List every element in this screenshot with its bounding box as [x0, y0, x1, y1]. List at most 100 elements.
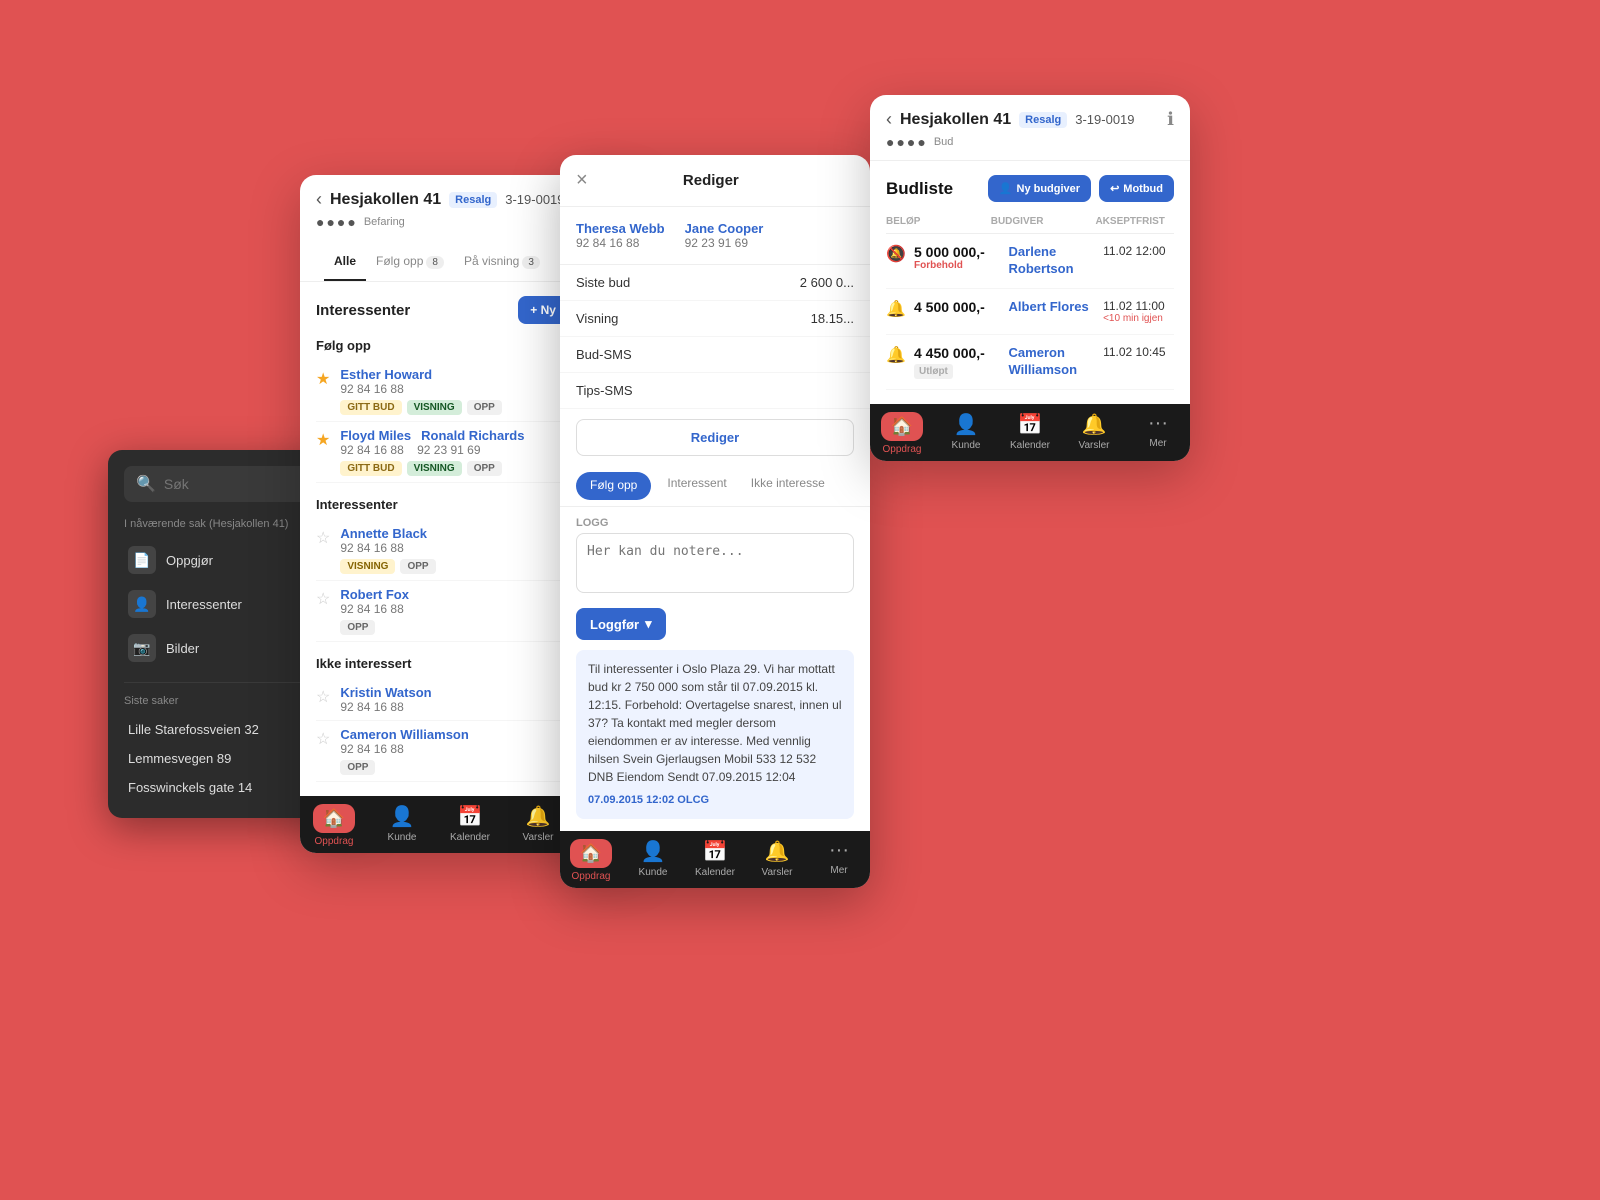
tab-interessent[interactable]: Interessent [655, 466, 738, 506]
nav-kunde[interactable]: 👤 Kunde [934, 412, 998, 455]
bud-status-utlopt: Utløpt [914, 364, 953, 379]
modal-header: × Rediger [560, 155, 870, 207]
contact-name-floyd[interactable]: Floyd Miles [340, 428, 411, 443]
bud-entry-2[interactable]: 🔔 4 500 000,- Albert Flores 11.02 11:00 … [886, 289, 1174, 335]
nav-kunde-label: Kunde [639, 867, 668, 878]
bud-time-secondary: <10 min igjen [1103, 313, 1174, 324]
kunde-icon: 👤 [641, 839, 666, 864]
badge-opp: OPP [467, 461, 502, 476]
star-empty-icon: ☆ [316, 687, 330, 707]
star-filled-icon: ★ [316, 369, 330, 389]
bud-amount: 5 000 000,- [914, 244, 1009, 260]
nav-oppdrag-label: Oppdrag [883, 444, 922, 455]
tab-alle[interactable]: Alle [324, 244, 366, 281]
budliste-panel: ‹ Hesjakollen 41 Resalg 3-19-0019 ℹ ●●●●… [870, 95, 1190, 461]
contact-name[interactable]: Annette Black [340, 526, 427, 541]
nav-oppdrag[interactable]: 🏠 Oppdrag [300, 804, 368, 847]
reply-icon: ↩ [1110, 182, 1119, 195]
bud-header: ‹ Hesjakollen 41 Resalg 3-19-0019 ℹ ●●●●… [870, 95, 1190, 161]
bud-amount: 4 500 000,- [914, 299, 1009, 315]
panel-title: Hesjakollen 41 [330, 191, 441, 209]
bud-name[interactable]: Cameron Williamson [1009, 345, 1104, 379]
modal-tabs: Følg opp Interessent Ikke interesse [560, 466, 870, 507]
nav-mer[interactable]: ··· Mer [1126, 412, 1190, 455]
back-button[interactable]: ‹ [886, 109, 892, 130]
bud-badge: Resalg [1019, 112, 1067, 128]
kalender-icon: 📅 [703, 839, 728, 864]
mer-icon: ··· [1148, 412, 1168, 435]
bell-icon: 🔔 [886, 345, 914, 365]
bud-title: Hesjakollen 41 [900, 111, 1011, 129]
logg-textarea[interactable] [576, 533, 854, 593]
rediger-button[interactable]: Rediger [576, 419, 854, 456]
badge-visning: VISNING [407, 461, 462, 476]
nav-kunde[interactable]: 👤 Kunde [368, 804, 436, 847]
nav-kalender[interactable]: 📅 Kalender [684, 839, 746, 882]
contact-phone-theresa: 92 84 16 88 [576, 236, 665, 250]
contact-name-ronald[interactable]: Ronald Richards [421, 428, 524, 443]
star-empty-icon: ☆ [316, 729, 330, 749]
budliste-header-row: Budliste 👤 Ny budgiver ↩ Motbud [886, 175, 1174, 202]
varsler-icon: 🔔 [526, 804, 551, 829]
oppdrag-icon: 🏠 [891, 416, 913, 437]
tab-ikke-interesse[interactable]: Ikke interesse [739, 466, 837, 506]
bud-time: 11.02 11:00 [1103, 299, 1174, 313]
back-button[interactable]: ‹ [316, 189, 322, 210]
modal-title: Rediger [683, 172, 739, 189]
bell-icon: 🔕 [886, 244, 914, 264]
loggfor-button[interactable]: Loggfør ▾ [576, 608, 666, 640]
row-label: Tips-SMS [576, 383, 633, 398]
modal-contact-1[interactable]: Theresa Webb 92 84 16 88 [576, 221, 665, 250]
modal-row-bud-sms: Bud-SMS [560, 337, 870, 373]
camera-icon: 📷 [128, 634, 156, 662]
info-icon[interactable]: ℹ [1167, 109, 1174, 130]
oppdrag-icon: 🏠 [323, 808, 345, 829]
dot-menu[interactable]: ●●●● [886, 134, 928, 150]
nav-varsler-label: Varsler [1079, 440, 1110, 451]
nav-oppdrag[interactable]: 🏠 Oppdrag [560, 839, 622, 882]
bud-entry-3[interactable]: 🔔 4 450 000,- Utløpt Cameron Williamson … [886, 335, 1174, 390]
logg-message: Til interessenter i Oslo Plaza 29. Vi ha… [576, 650, 854, 819]
contact-name[interactable]: Robert Fox [340, 587, 409, 602]
badge-opp: OPP [340, 760, 375, 775]
star-filled-icon: ★ [316, 430, 330, 450]
varsler-icon: 🔔 [765, 839, 790, 864]
nav-oppdrag[interactable]: 🏠 Oppdrag [870, 412, 934, 455]
nav-varsler[interactable]: 🔔 Varsler [746, 839, 808, 882]
star-empty-icon: ☆ [316, 528, 330, 548]
star-empty-icon: ☆ [316, 589, 330, 609]
row-value: 18.15... [811, 311, 854, 326]
nav-kalender[interactable]: 📅 Kalender [436, 804, 504, 847]
nav-mer[interactable]: ··· Mer [808, 839, 870, 882]
tab-pa-visning[interactable]: På visning3 [454, 244, 550, 281]
contact-name-theresa: Theresa Webb [576, 221, 665, 236]
contact-name[interactable]: Kristin Watson [340, 685, 431, 700]
contact-name[interactable]: Esther Howard [340, 367, 432, 382]
section-title: Interessenter [316, 302, 410, 319]
modal-contacts: Theresa Webb 92 84 16 88 Jane Cooper 92 … [560, 207, 870, 265]
nav-varsler[interactable]: 🔔 Varsler [1062, 412, 1126, 455]
bud-buttons: 👤 Ny budgiver ↩ Motbud [988, 175, 1174, 202]
ny-budgiver-button[interactable]: 👤 Ny budgiver [988, 175, 1091, 202]
tab-folg-opp[interactable]: Følg opp [576, 472, 651, 500]
bud-name[interactable]: Darlene Robertson [1009, 244, 1104, 278]
kalender-icon: 📅 [458, 804, 483, 829]
nav-kunde[interactable]: 👤 Kunde [622, 839, 684, 882]
modal-contact-2[interactable]: Jane Cooper 92 23 91 69 [685, 221, 764, 250]
modal-close-button[interactable]: × [576, 169, 588, 192]
case-id: 3-19-0019 [505, 192, 564, 207]
badge-opp: OPP [340, 620, 375, 635]
contact-name[interactable]: Cameron Williamson [340, 727, 468, 742]
dot-menu[interactable]: ●●●● [316, 214, 358, 230]
nav-mer-label: Mer [830, 865, 847, 876]
motbud-button[interactable]: ↩ Motbud [1099, 175, 1174, 202]
row-label: Bud-SMS [576, 347, 632, 362]
nav-kalender[interactable]: 📅 Kalender [998, 412, 1062, 455]
bud-entry-1[interactable]: 🔕 5 000 000,- Forbehold Darlene Robertso… [886, 234, 1174, 289]
badge-gitt-bud: GITT BUD [340, 400, 401, 415]
resalg-badge: Resalg [449, 192, 497, 208]
bud-name[interactable]: Albert Flores [1009, 299, 1104, 316]
badge-visning: VISNING [340, 559, 395, 574]
tab-folg-opp[interactable]: Følg opp8 [366, 244, 454, 281]
badge-opp: OPP [400, 559, 435, 574]
